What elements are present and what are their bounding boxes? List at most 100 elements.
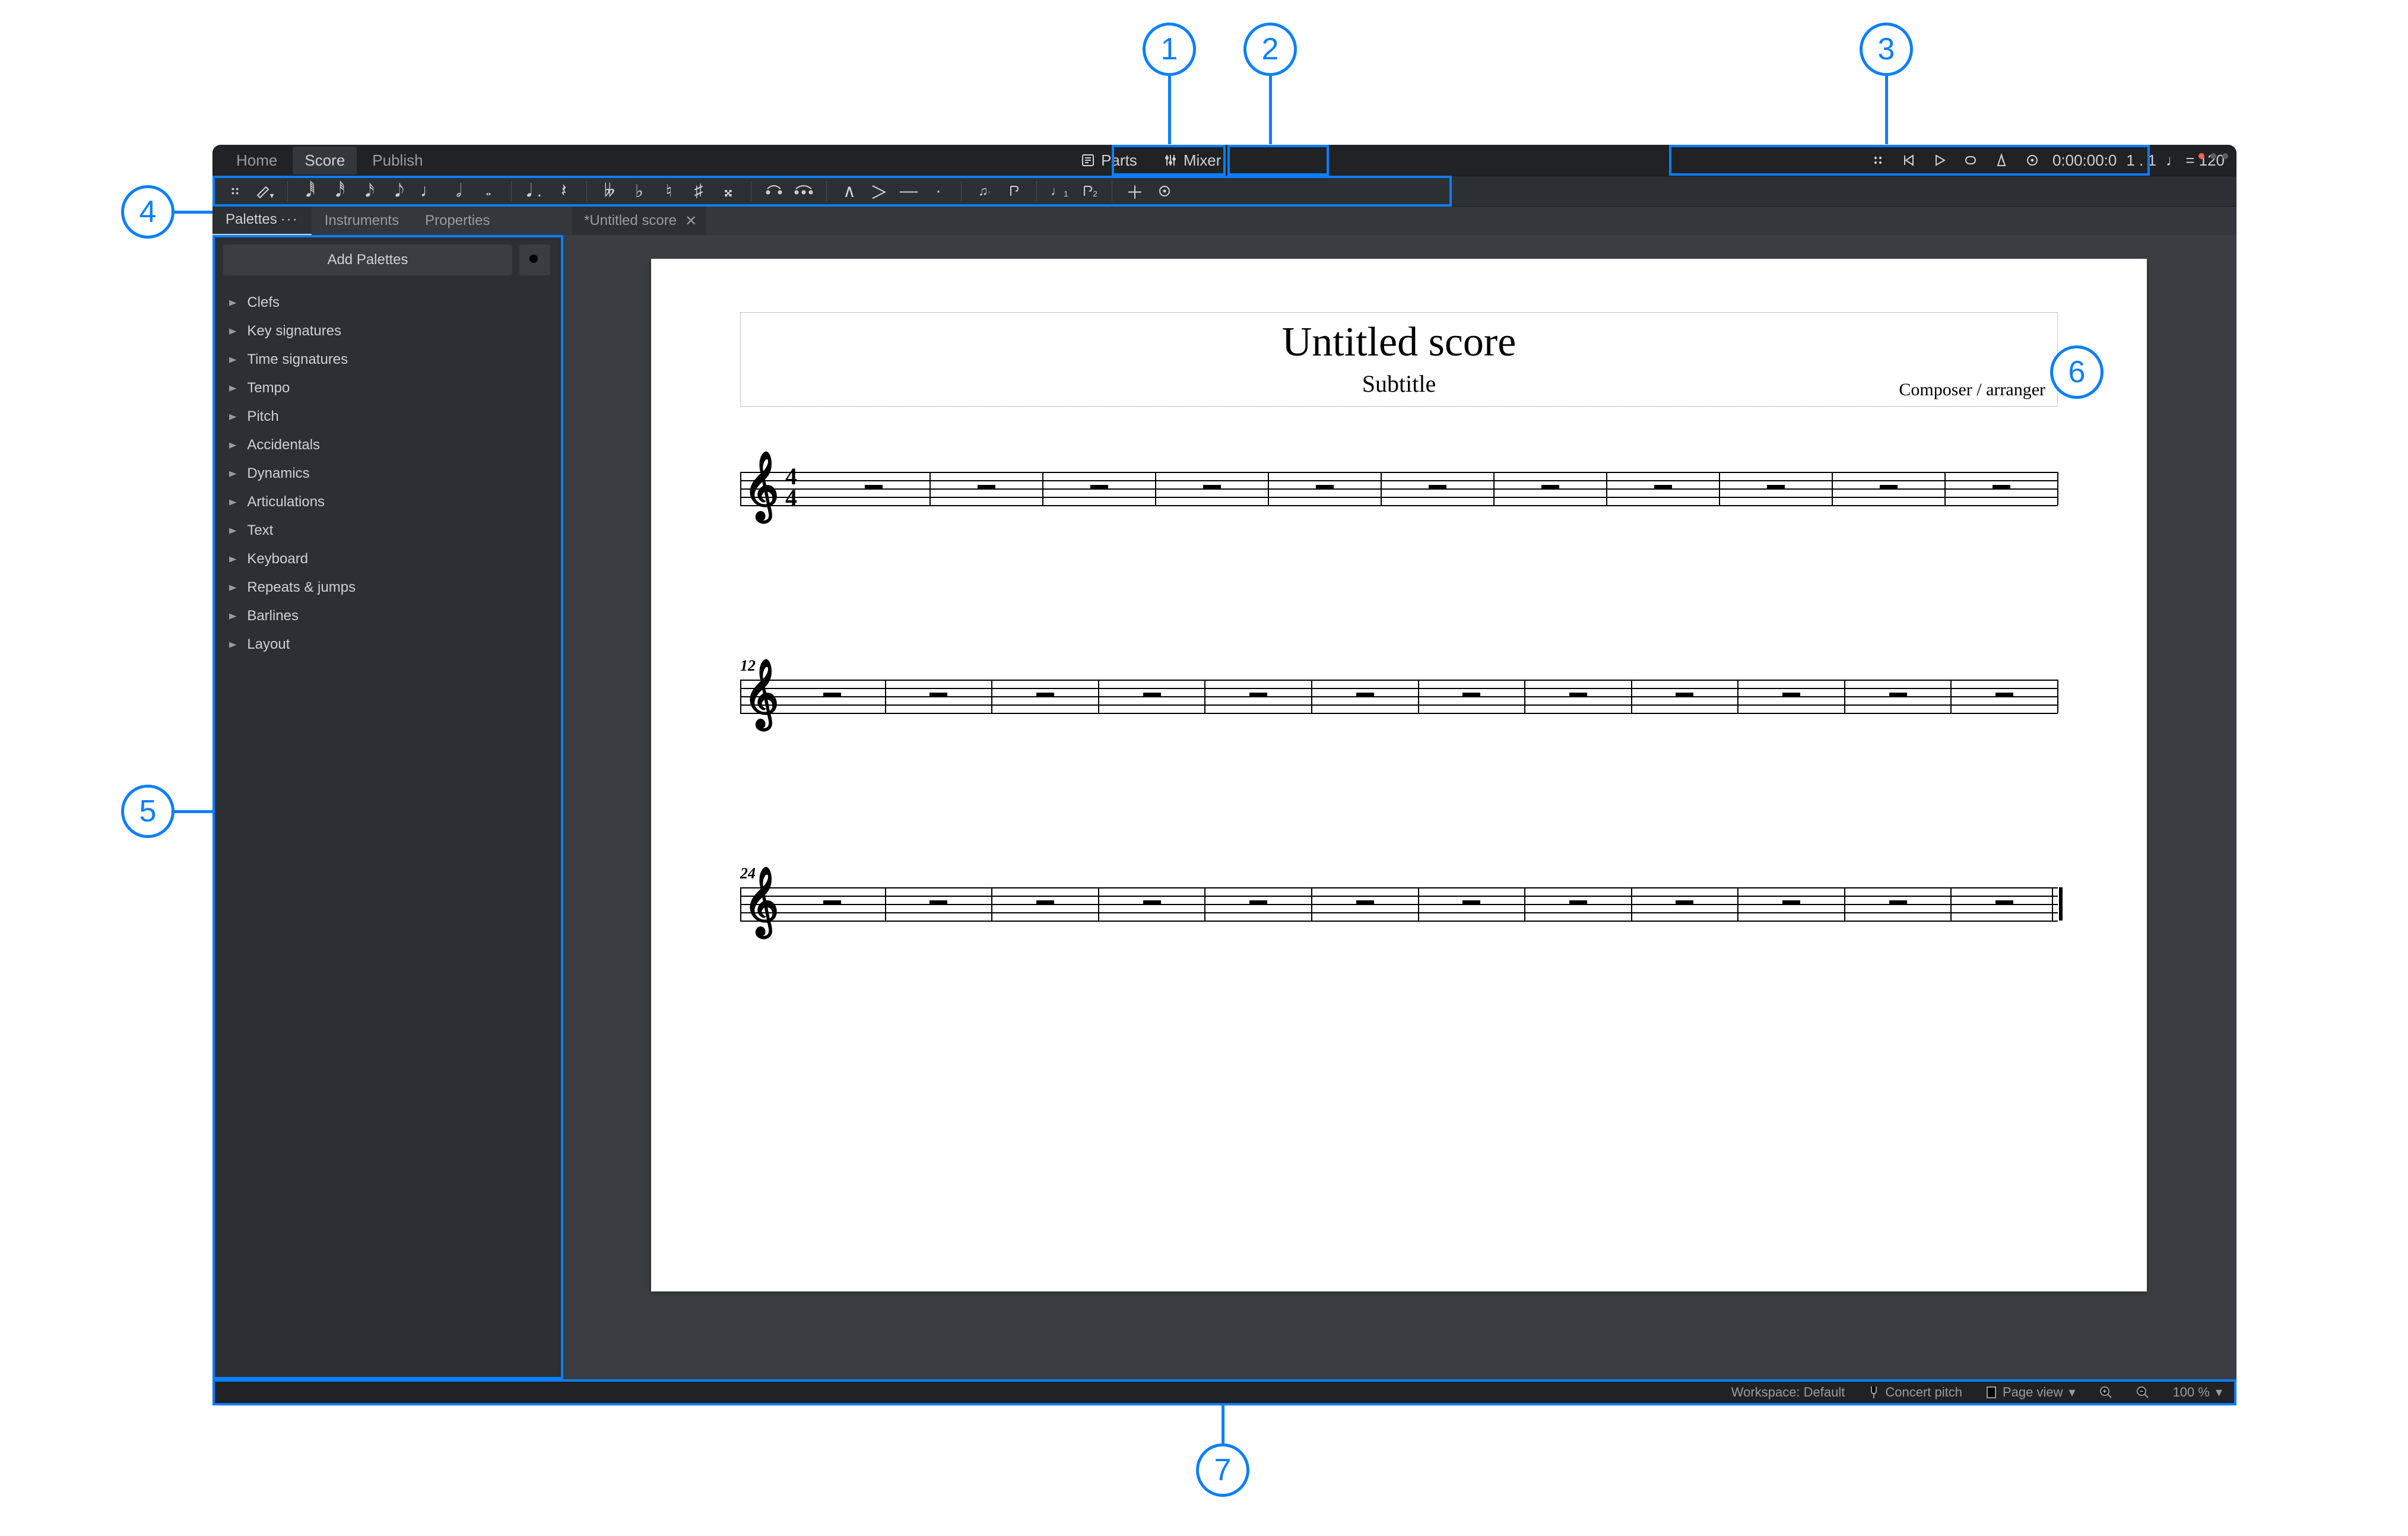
barline[interactable] bbox=[2057, 472, 2058, 505]
zoom-out-button[interactable] bbox=[2136, 1386, 2149, 1399]
toolbar-settings-button[interactable] bbox=[1153, 179, 1176, 203]
panel-tab-properties[interactable]: Properties bbox=[412, 207, 503, 235]
measure-rest[interactable] bbox=[1995, 900, 2013, 905]
time-signature[interactable]: 44 bbox=[785, 466, 797, 509]
measure-rest[interactable] bbox=[1676, 900, 1693, 905]
tie-button[interactable] bbox=[762, 179, 786, 203]
measure-rest[interactable] bbox=[823, 900, 841, 905]
palette-item[interactable]: ▶Pitch bbox=[212, 402, 561, 431]
close-icon[interactable] bbox=[2198, 153, 2204, 159]
double-sharp-button[interactable]: 𝄪 bbox=[716, 179, 740, 203]
measure-rest[interactable] bbox=[1356, 900, 1374, 905]
treble-clef[interactable]: 𝄞 bbox=[744, 872, 779, 931]
palette-item[interactable]: ▶Repeats & jumps bbox=[212, 573, 561, 602]
score-composer[interactable]: Composer / arranger bbox=[1899, 380, 2045, 400]
measure-rest[interactable] bbox=[1090, 485, 1108, 490]
palette-item[interactable]: ▶Tempo bbox=[212, 374, 561, 402]
barline[interactable] bbox=[1737, 680, 1738, 713]
document-tab[interactable]: *Untitled score ✕ bbox=[572, 207, 706, 235]
measure-rest[interactable] bbox=[1541, 485, 1559, 490]
measure-rest[interactable] bbox=[1143, 693, 1161, 697]
staccato-button[interactable]: · bbox=[927, 179, 950, 203]
barline[interactable] bbox=[1719, 472, 1720, 505]
measure-rest[interactable] bbox=[1782, 693, 1800, 697]
barline[interactable] bbox=[1042, 472, 1043, 505]
staff[interactable]: 𝄞44 bbox=[740, 472, 2058, 505]
barline[interactable] bbox=[929, 472, 931, 505]
barline[interactable] bbox=[1098, 680, 1099, 713]
barline[interactable] bbox=[1631, 887, 1632, 921]
zoom-level[interactable]: 100 % ▾ bbox=[2173, 1385, 2222, 1400]
search-button[interactable] bbox=[519, 245, 550, 275]
score-canvas[interactable]: Untitled score Subtitle Composer / arran… bbox=[561, 235, 2236, 1379]
tab-home[interactable]: Home bbox=[224, 147, 289, 174]
loop-button[interactable] bbox=[1960, 150, 1981, 171]
score-title[interactable]: Untitled score bbox=[753, 319, 2045, 366]
barline[interactable] bbox=[1606, 472, 1607, 505]
barline[interactable] bbox=[2052, 887, 2063, 921]
barline[interactable] bbox=[1524, 680, 1525, 713]
note-input-mode-button[interactable]: ▾ bbox=[253, 179, 277, 203]
rest-button[interactable]: 𝄽 bbox=[552, 179, 576, 203]
measure-rest[interactable] bbox=[1356, 693, 1374, 697]
measure-rest[interactable] bbox=[1654, 485, 1672, 490]
barline[interactable] bbox=[1204, 887, 1205, 921]
tab-publish[interactable]: Publish bbox=[360, 147, 434, 174]
score-subtitle[interactable]: Subtitle bbox=[753, 370, 2045, 398]
measure-rest[interactable] bbox=[1995, 693, 2013, 697]
staff-system[interactable]: 12𝄞 bbox=[740, 650, 2058, 769]
barline[interactable] bbox=[1493, 472, 1495, 505]
treble-clef[interactable]: 𝄞 bbox=[744, 456, 779, 516]
measure-rest[interactable] bbox=[1889, 900, 1907, 905]
measure-rest[interactable] bbox=[865, 485, 883, 490]
min-icon[interactable] bbox=[2210, 153, 2216, 159]
view-mode-selector[interactable]: Page view ▾ bbox=[1986, 1385, 2076, 1400]
barline[interactable] bbox=[2057, 680, 2058, 713]
add-button[interactable]: ＋ bbox=[1123, 179, 1147, 203]
barline[interactable] bbox=[1737, 887, 1738, 921]
measure-rest[interactable] bbox=[1249, 693, 1267, 697]
treble-clef[interactable]: 𝄞 bbox=[744, 664, 779, 723]
note-32nd-button[interactable]: 𝅘𝅥𝅰 bbox=[328, 179, 352, 203]
title-frame[interactable]: Untitled score Subtitle Composer / arran… bbox=[740, 312, 2058, 407]
measure-rest[interactable] bbox=[978, 485, 995, 490]
measure-rest[interactable] bbox=[1429, 485, 1446, 490]
measure-rest[interactable] bbox=[1569, 900, 1587, 905]
palette-item[interactable]: ▶Key signatures bbox=[212, 317, 561, 345]
metronome-button[interactable] bbox=[1991, 150, 2012, 171]
double-flat-button[interactable]: 𝄫 bbox=[598, 179, 621, 203]
parts-button[interactable]: Parts bbox=[1071, 147, 1147, 174]
flip-button[interactable] bbox=[1002, 179, 1026, 203]
note-quarter-button[interactable]: ♩ bbox=[417, 179, 441, 203]
barline[interactable] bbox=[1311, 887, 1312, 921]
barline[interactable] bbox=[1418, 680, 1419, 713]
measure-rest[interactable] bbox=[929, 693, 947, 697]
zoom-in-button[interactable] bbox=[2099, 1386, 2112, 1399]
barline[interactable] bbox=[991, 887, 992, 921]
measure-rest[interactable] bbox=[1036, 900, 1054, 905]
barline[interactable] bbox=[1944, 472, 1946, 505]
dot-button[interactable]: 𝅘𝅥 . bbox=[522, 179, 546, 203]
sharp-button[interactable]: ♯ bbox=[687, 179, 710, 203]
max-icon[interactable] bbox=[2222, 153, 2228, 159]
panel-tab-palettes[interactable]: Palettes··· bbox=[212, 205, 312, 235]
barline[interactable] bbox=[1204, 680, 1205, 713]
tab-score[interactable]: Score bbox=[293, 147, 357, 174]
measure-rest[interactable] bbox=[1036, 693, 1054, 697]
note-16th-button[interactable]: 𝅘𝅥𝅯 bbox=[358, 179, 382, 203]
measure-rest[interactable] bbox=[1889, 693, 1907, 697]
play-button[interactable] bbox=[1929, 150, 1950, 171]
barline[interactable] bbox=[1844, 887, 1845, 921]
palette-item[interactable]: ▶Dynamics bbox=[212, 459, 561, 488]
natural-button[interactable]: ♮ bbox=[657, 179, 681, 203]
barline[interactable] bbox=[1631, 680, 1632, 713]
barline[interactable] bbox=[885, 680, 886, 713]
marcato-button[interactable]: ∧ bbox=[837, 179, 861, 203]
barline[interactable] bbox=[991, 680, 992, 713]
tuplet-button[interactable]: ♫₃ bbox=[972, 179, 996, 203]
tenuto-button[interactable]: — bbox=[897, 179, 921, 203]
staff[interactable]: 𝄞 bbox=[740, 680, 2058, 713]
concert-pitch-toggle[interactable]: Concert pitch bbox=[1868, 1385, 1962, 1400]
staff[interactable]: 𝄞 bbox=[740, 887, 2058, 921]
note-8th-button[interactable]: 𝅘𝅥𝅮 bbox=[388, 179, 411, 203]
